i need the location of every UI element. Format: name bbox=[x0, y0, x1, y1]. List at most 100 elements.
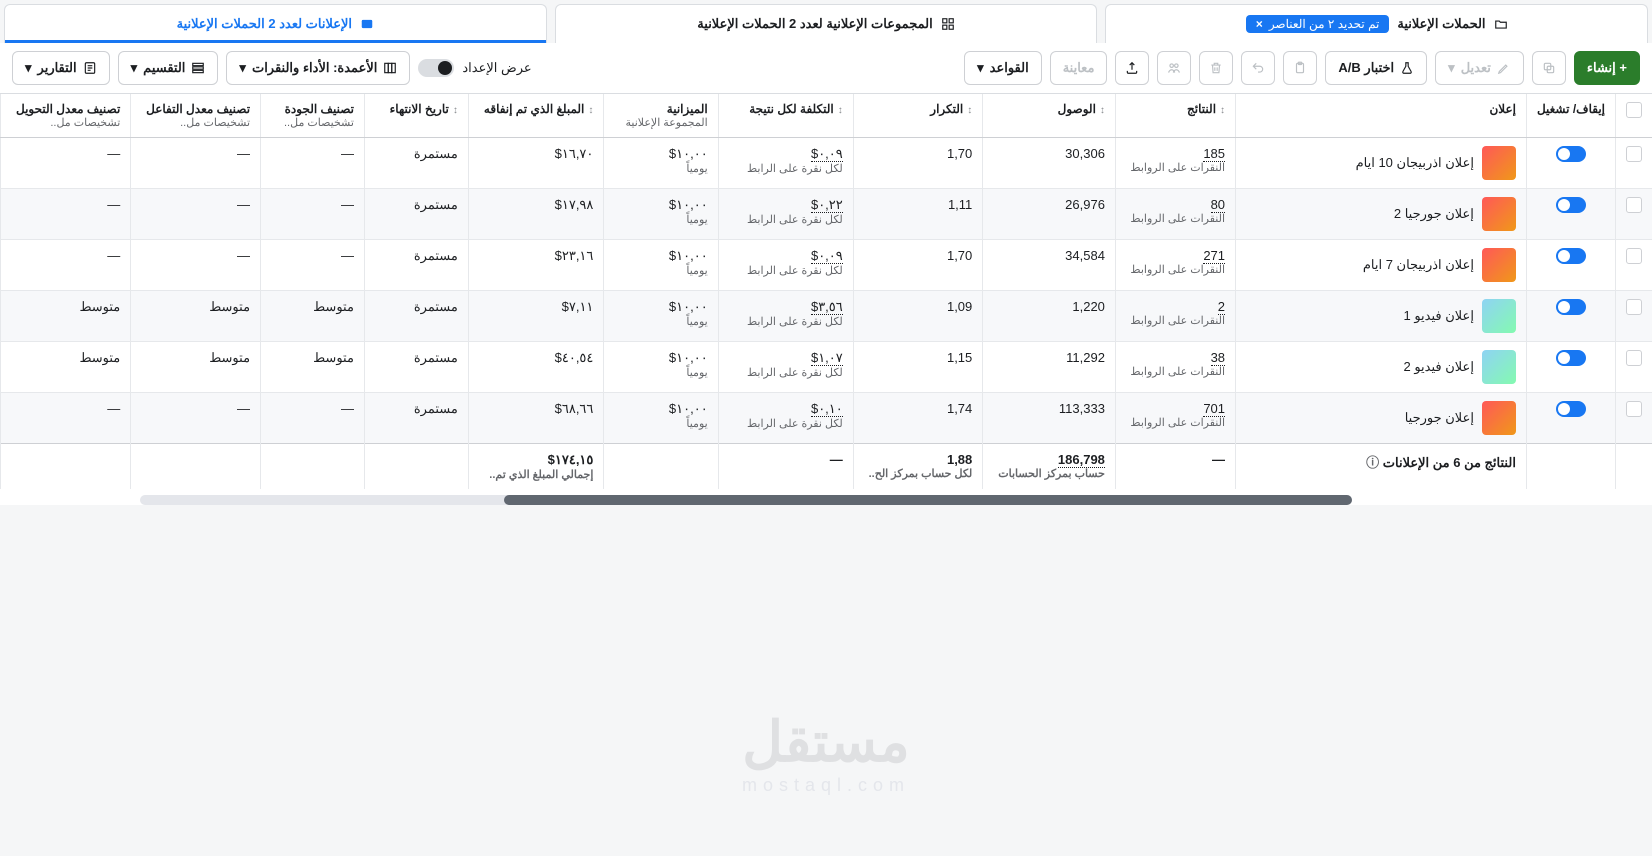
ads-table: إيقاف/ تشغيل إعلان ↕النتائج ↕الوصول ↕الت… bbox=[0, 94, 1652, 489]
edit-label: تعديل bbox=[1461, 60, 1491, 76]
toggle-switch[interactable] bbox=[418, 59, 454, 77]
chevron-down-icon: ▾ bbox=[131, 60, 138, 76]
preview-button[interactable]: معاينة bbox=[1050, 51, 1108, 85]
row-toggle[interactable] bbox=[1556, 197, 1586, 213]
row-toggle[interactable] bbox=[1556, 146, 1586, 162]
cell-results: 701 النقرات على الروابط bbox=[1115, 393, 1235, 444]
col-spent[interactable]: ↕المبلغ الذي تم إنفاقه bbox=[468, 94, 604, 138]
ad-thumbnail bbox=[1482, 146, 1516, 180]
cell-results: 185 النقرات على الروابط bbox=[1115, 138, 1235, 189]
row-checkbox[interactable] bbox=[1626, 248, 1642, 264]
paste-button[interactable] bbox=[1283, 51, 1317, 85]
col-toggle[interactable]: إيقاف/ تشغيل bbox=[1526, 94, 1615, 138]
col-results[interactable]: ↕النتائج bbox=[1115, 94, 1235, 138]
col-end[interactable]: ↕تاريخ الانتهاء bbox=[364, 94, 468, 138]
reports-label: التقارير bbox=[38, 60, 77, 76]
col-budget[interactable]: الميزانيةالمجموعة الإعلانية bbox=[604, 94, 718, 138]
sort-icon: ↕ bbox=[453, 105, 458, 116]
cell-budget: ١٠,٠٠$يومياً bbox=[604, 291, 718, 342]
folder-icon bbox=[1494, 17, 1508, 31]
row-toggle[interactable] bbox=[1556, 248, 1586, 264]
col-quality[interactable]: تصنيف الجودةتشخيصات مل.. bbox=[261, 94, 365, 138]
cell-end: مستمرة bbox=[364, 393, 468, 444]
chevron-down-icon: ▾ bbox=[977, 60, 984, 76]
footer-row: النتائج من 6 من الإعلانات ⓘ — 186,798 حس… bbox=[1, 444, 1652, 490]
row-checkbox[interactable] bbox=[1626, 350, 1642, 366]
rules-label: القواعد bbox=[990, 60, 1029, 76]
cell-ad[interactable]: إعلان فيديو 2 bbox=[1236, 342, 1527, 393]
columns-button[interactable]: الأعمدة: الأداء والنقرات ▾ bbox=[226, 51, 410, 85]
share-button[interactable] bbox=[1157, 51, 1191, 85]
col-conversion[interactable]: تصنيف معدل التحويلتشخيصات مل.. bbox=[1, 94, 131, 138]
table-row[interactable]: إعلان فيديو 2 38 النقرات على الروابط 11,… bbox=[1, 342, 1652, 393]
cell-ad[interactable]: إعلان اذربيجان 7 ايام bbox=[1236, 240, 1527, 291]
table-row[interactable]: إعلان جورجيا 701 النقرات على الروابط 113… bbox=[1, 393, 1652, 444]
cell-quality: — bbox=[261, 138, 365, 189]
view-setup-toggle[interactable]: عرض الإعداد bbox=[418, 59, 531, 77]
ad-name: إعلان اذربيجان 7 ايام bbox=[1363, 257, 1474, 273]
tab-campaigns[interactable]: الحملات الإعلانية تم تحديد ٢ من العناصر … bbox=[1105, 4, 1648, 43]
col-ad[interactable]: إعلان bbox=[1236, 94, 1527, 138]
row-checkbox[interactable] bbox=[1626, 401, 1642, 417]
table-row[interactable]: إعلان جورجيا 2 80 النقرات على الروابط 26… bbox=[1, 189, 1652, 240]
undo-button[interactable] bbox=[1241, 51, 1275, 85]
cell-ad[interactable]: إعلان جورجيا 2 bbox=[1236, 189, 1527, 240]
footer-cpr: — bbox=[718, 444, 853, 490]
row-toggle[interactable] bbox=[1556, 401, 1586, 417]
chevron-down-icon: ▾ bbox=[25, 60, 32, 76]
tab-ads[interactable]: الإعلانات لعدد 2 الحملات الإعلانية bbox=[4, 4, 547, 43]
breakdown-icon bbox=[191, 61, 205, 75]
sort-icon: ↕ bbox=[1100, 105, 1105, 116]
cell-conversion: — bbox=[1, 189, 131, 240]
watermark: مستقل mostaql.com bbox=[742, 709, 910, 796]
close-icon[interactable]: × bbox=[1256, 17, 1263, 31]
rules-button[interactable]: القواعد ▾ bbox=[964, 51, 1042, 85]
campaigns-filter-pill[interactable]: تم تحديد ٢ من العناصر × bbox=[1246, 15, 1390, 33]
col-frequency[interactable]: ↕التكرار bbox=[853, 94, 983, 138]
breakdown-label: التقسيم bbox=[143, 60, 185, 76]
cell-ad[interactable]: إعلان اذربيجان 10 ايام bbox=[1236, 138, 1527, 189]
delete-button[interactable] bbox=[1199, 51, 1233, 85]
col-engagement[interactable]: تصنيف معدل التفاعلتشخيصات مل.. bbox=[131, 94, 261, 138]
cell-ad[interactable]: إعلان فيديو 1 bbox=[1236, 291, 1527, 342]
col-reach[interactable]: ↕الوصول bbox=[983, 94, 1116, 138]
cell-frequency: 1,11 bbox=[853, 189, 983, 240]
reports-button[interactable]: التقارير ▾ bbox=[12, 51, 110, 85]
ad-name: إعلان فيديو 1 bbox=[1404, 308, 1474, 324]
horizontal-scrollbar[interactable] bbox=[140, 495, 1352, 505]
ab-test-button[interactable]: اختبار A/B bbox=[1325, 51, 1427, 85]
tab-adsets[interactable]: المجموعات الإعلانية لعدد 2 الحملات الإعل… bbox=[555, 4, 1098, 43]
sort-icon: ↕ bbox=[967, 105, 972, 116]
select-all-checkbox[interactable] bbox=[1626, 102, 1642, 118]
cell-conversion: متوسط bbox=[1, 342, 131, 393]
table-row[interactable]: إعلان اذربيجان 7 ايام 271 النقرات على ال… bbox=[1, 240, 1652, 291]
row-toggle[interactable] bbox=[1556, 350, 1586, 366]
col-cpr[interactable]: ↕التكلفة لكل نتيجة bbox=[718, 94, 853, 138]
chevron-down-icon: ▾ bbox=[239, 60, 246, 76]
cell-budget: ١٠,٠٠$يومياً bbox=[604, 138, 718, 189]
row-checkbox[interactable] bbox=[1626, 146, 1642, 162]
cell-engagement: — bbox=[131, 138, 261, 189]
cell-results: 2 النقرات على الروابط bbox=[1115, 291, 1235, 342]
cell-ad[interactable]: إعلان جورجيا bbox=[1236, 393, 1527, 444]
pencil-icon bbox=[1497, 61, 1511, 75]
cell-conversion: — bbox=[1, 138, 131, 189]
table-row[interactable]: إعلان اذربيجان 10 ايام 185 النقرات على ا… bbox=[1, 138, 1652, 189]
info-icon[interactable]: ⓘ bbox=[1366, 455, 1379, 470]
table-row[interactable]: إعلان فيديو 1 2 النقرات على الروابط 1,22… bbox=[1, 291, 1652, 342]
cell-reach: 34,584 bbox=[983, 240, 1116, 291]
row-checkbox[interactable] bbox=[1626, 197, 1642, 213]
ad-thumbnail bbox=[1482, 350, 1516, 384]
cell-cpr: ٠,٢٢$ لكل نقرة على الرابط bbox=[718, 189, 853, 240]
export-button[interactable] bbox=[1115, 51, 1149, 85]
edit-button[interactable]: تعديل ▾ bbox=[1435, 51, 1524, 85]
row-checkbox[interactable] bbox=[1626, 299, 1642, 315]
cell-spent: ٤٠,٥٤$ bbox=[468, 342, 604, 393]
footer-label: النتائج من 6 من الإعلانات ⓘ bbox=[1236, 444, 1527, 490]
row-toggle[interactable] bbox=[1556, 299, 1586, 315]
flask-icon bbox=[1400, 61, 1414, 75]
create-button[interactable]: + إنشاء bbox=[1574, 51, 1640, 85]
breakdown-button[interactable]: التقسيم ▾ bbox=[118, 51, 219, 85]
duplicate-button[interactable] bbox=[1532, 51, 1566, 85]
tabs-header: الحملات الإعلانية تم تحديد ٢ من العناصر … bbox=[0, 0, 1652, 43]
